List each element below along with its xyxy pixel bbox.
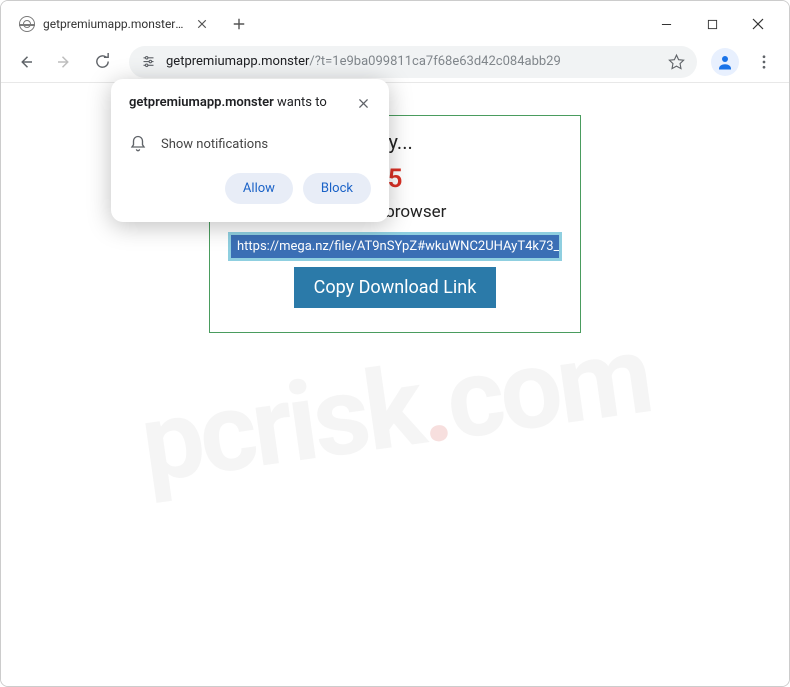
- bookmark-icon[interactable]: [668, 53, 685, 70]
- url-text: getpremiumapp.monster/?t=1e9ba099811ca7f…: [166, 54, 658, 69]
- profile-button[interactable]: [711, 48, 739, 76]
- back-button[interactable]: [9, 45, 43, 79]
- new-tab-button[interactable]: [225, 10, 253, 38]
- block-button[interactable]: Block: [303, 173, 371, 204]
- bell-icon: [129, 135, 147, 153]
- window-controls: [643, 8, 781, 40]
- download-url-field[interactable]: https://mega.nz/file/AT9nSYpZ#wkuWNC2UHA…: [228, 232, 562, 261]
- menu-button[interactable]: [747, 45, 781, 79]
- browser-tab[interactable]: getpremiumapp.monster/?t=1e: [9, 10, 219, 38]
- address-bar[interactable]: getpremiumapp.monster/?t=1e9ba099811ca7f…: [129, 46, 697, 78]
- forward-button[interactable]: [47, 45, 81, 79]
- tab-title: getpremiumapp.monster/?t=1e: [43, 17, 187, 31]
- site-settings-icon[interactable]: [141, 54, 156, 69]
- close-window-button[interactable]: [735, 8, 781, 40]
- copy-link-button[interactable]: Copy Download Link: [294, 267, 497, 308]
- permission-item: Show notifications: [129, 135, 371, 153]
- globe-icon: [19, 16, 35, 32]
- allow-button[interactable]: Allow: [225, 173, 293, 204]
- close-tab-icon[interactable]: [195, 17, 209, 31]
- permission-item-label: Show notifications: [161, 137, 268, 152]
- reload-button[interactable]: [85, 45, 119, 79]
- maximize-button[interactable]: [689, 8, 735, 40]
- close-dialog-icon[interactable]: [355, 95, 371, 111]
- permission-message: getpremiumapp.monster wants to: [129, 95, 347, 110]
- titlebar: getpremiumapp.monster/?t=1e: [1, 1, 789, 41]
- minimize-button[interactable]: [643, 8, 689, 40]
- toolbar: getpremiumapp.monster/?t=1e9ba099811ca7f…: [1, 41, 789, 83]
- permission-dialog: getpremiumapp.monster wants to Show noti…: [111, 79, 389, 222]
- watermark: pcrisk.com: [133, 309, 656, 508]
